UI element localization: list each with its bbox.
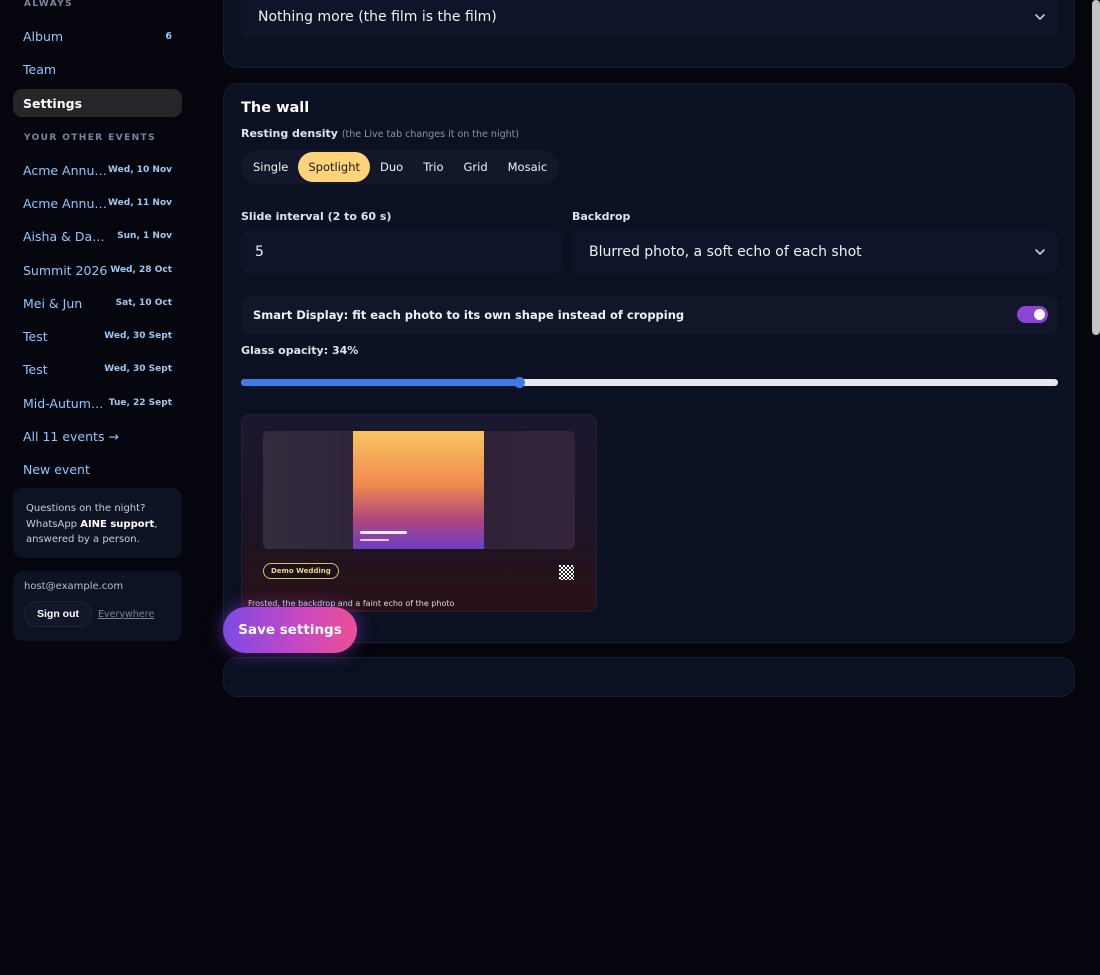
event-name: Acme Annual Summit — [23, 195, 108, 211]
sidebar-item-settings[interactable]: Settings — [13, 89, 182, 117]
smart-display-label: Smart Display: fit each photo to its own… — [253, 308, 685, 322]
panel-title: The wall — [241, 100, 310, 116]
glass-opacity-slider[interactable] — [241, 377, 1058, 388]
album-count-badge: 6 — [165, 30, 172, 42]
density-option-spotlight[interactable]: Spotlight — [298, 152, 370, 182]
sidebar-item-album[interactable]: Album 6 — [13, 22, 182, 50]
event-date: Wed, 30 Sept — [104, 331, 172, 341]
event-item[interactable]: Mid-Autumn Festival Tue, 22 Sept — [13, 389, 182, 417]
wall-settings-panel: The wall Resting density (the Live tab c… — [223, 83, 1075, 643]
density-label-text: Resting density — [241, 127, 338, 140]
slider-thumb[interactable] — [513, 377, 525, 388]
slide-interval-input[interactable] — [241, 230, 563, 274]
wall-preview: Demo Wedding Frosted, the backdrop and a… — [241, 414, 597, 612]
density-option-grid[interactable]: Grid — [453, 152, 497, 182]
event-item[interactable]: Test Wed, 30 Sept — [13, 355, 182, 383]
preview-caption-line — [360, 539, 389, 541]
support-brand[interactable]: AINE support — [80, 519, 154, 530]
help-line-2: WhatsApp AINE support, — [26, 517, 169, 533]
event-item[interactable]: Acme Annual Gala Wed, 10 Nov — [13, 156, 182, 184]
scrollbar-thumb[interactable] — [1092, 0, 1100, 335]
density-hint: (the Live tab changes it on the night) — [341, 129, 520, 140]
toggle-knob — [1034, 309, 1045, 320]
event-item[interactable]: Acme Annual Summit Wed, 11 Nov — [13, 189, 182, 217]
event-item[interactable]: Summit 2026 Wed, 28 Oct — [13, 256, 182, 284]
sidebar-item-label: Team — [23, 61, 57, 77]
backdrop-value: Blurred photo, a soft echo of each shot — [589, 244, 862, 260]
help-line-1: Questions on the night? — [26, 503, 146, 514]
preview-photo — [353, 431, 484, 549]
event-date: Wed, 10 Nov — [108, 165, 172, 175]
slide-interval-label: Slide interval (2 to 60 s) — [241, 210, 392, 223]
density-option-trio[interactable]: Trio — [413, 152, 453, 182]
account-email: host@example.com — [24, 581, 124, 592]
account-actions: Sign out Everywhere — [24, 601, 171, 627]
event-date: Wed, 30 Sept — [104, 364, 172, 374]
event-name: Aisha & Daniel — [23, 228, 109, 244]
event-name: Acme Annual Gala — [23, 162, 108, 178]
help-card: Questions on the night? WhatsApp AINE su… — [13, 488, 182, 558]
slider-fill — [241, 379, 519, 386]
smart-display-row: Smart Display: fit each photo to its own… — [241, 296, 1058, 334]
event-name: Mei & Jun — [23, 295, 83, 311]
event-item[interactable]: Mei & Jun Sat, 10 Oct — [13, 289, 182, 317]
film-settings-panel: Nothing more (the film is the film) — [223, 0, 1075, 68]
event-date: Tue, 22 Sept — [108, 398, 172, 408]
smart-display-toggle[interactable] — [1017, 306, 1048, 323]
density-option-single[interactable]: Single — [243, 152, 298, 182]
section-label-other-events: YOUR OTHER EVENTS — [24, 133, 156, 143]
help-line-3: answered by a person. — [26, 534, 140, 545]
sign-out-button[interactable]: Sign out — [24, 601, 92, 627]
all-events-label: All 11 events → — [23, 428, 119, 444]
event-date: Wed, 28 Oct — [110, 265, 172, 275]
backdrop-select[interactable]: Blurred photo, a soft echo of each shot — [572, 230, 1058, 274]
chevron-down-icon — [1035, 249, 1045, 255]
event-name: Summit 2026 — [23, 262, 108, 278]
sidebar-item-team[interactable]: Team — [13, 55, 182, 83]
film-ending-value: Nothing more (the film is the film) — [258, 9, 497, 25]
event-date: Sun, 1 Nov — [117, 231, 172, 241]
sidebar-item-label: Album — [23, 28, 64, 44]
event-name: Test — [23, 328, 48, 344]
event-item[interactable]: Aisha & Daniel Sun, 1 Nov — [13, 222, 182, 250]
all-events-link[interactable]: All 11 events → — [13, 422, 182, 450]
event-item[interactable]: Test Wed, 30 Sept — [13, 322, 182, 350]
sidebar: ALWAYS Album 6 Team Settings YOUR OTHER … — [0, 0, 196, 660]
next-settings-panel — [223, 657, 1075, 697]
event-name: Test — [23, 361, 48, 377]
section-label-always: ALWAYS — [24, 0, 74, 9]
qr-code-icon — [559, 565, 574, 580]
event-name-badge: Demo Wedding — [263, 563, 339, 579]
new-event-link[interactable]: New event — [13, 455, 182, 483]
sidebar-item-label: Settings — [23, 95, 83, 111]
preview-screen — [263, 431, 575, 549]
backdrop-label: Backdrop — [572, 210, 631, 223]
density-segmented-control: Single Spotlight Duo Trio Grid Mosaic — [241, 150, 560, 184]
chevron-down-icon — [1035, 14, 1045, 20]
glass-opacity-label: Glass opacity: 34% — [241, 344, 359, 357]
sign-out-everywhere-link[interactable]: Everywhere — [98, 609, 154, 620]
event-date: Sat, 10 Oct — [115, 298, 172, 308]
account-card: host@example.com Sign out Everywhere — [13, 571, 182, 641]
preview-caption-line — [360, 531, 407, 534]
film-ending-select[interactable]: Nothing more (the film is the film) — [241, 0, 1058, 39]
help-prefix: WhatsApp — [26, 518, 81, 530]
event-date: Wed, 11 Nov — [108, 198, 172, 208]
new-event-label: New event — [23, 461, 90, 477]
help-suffix: , — [154, 518, 158, 530]
density-option-duo[interactable]: Duo — [370, 152, 413, 182]
save-settings-button[interactable]: Save settings — [223, 607, 357, 653]
event-name: Mid-Autumn Festival — [23, 395, 109, 411]
density-option-mosaic[interactable]: Mosaic — [498, 152, 558, 182]
density-label: Resting density (the Live tab changes it… — [241, 127, 519, 140]
